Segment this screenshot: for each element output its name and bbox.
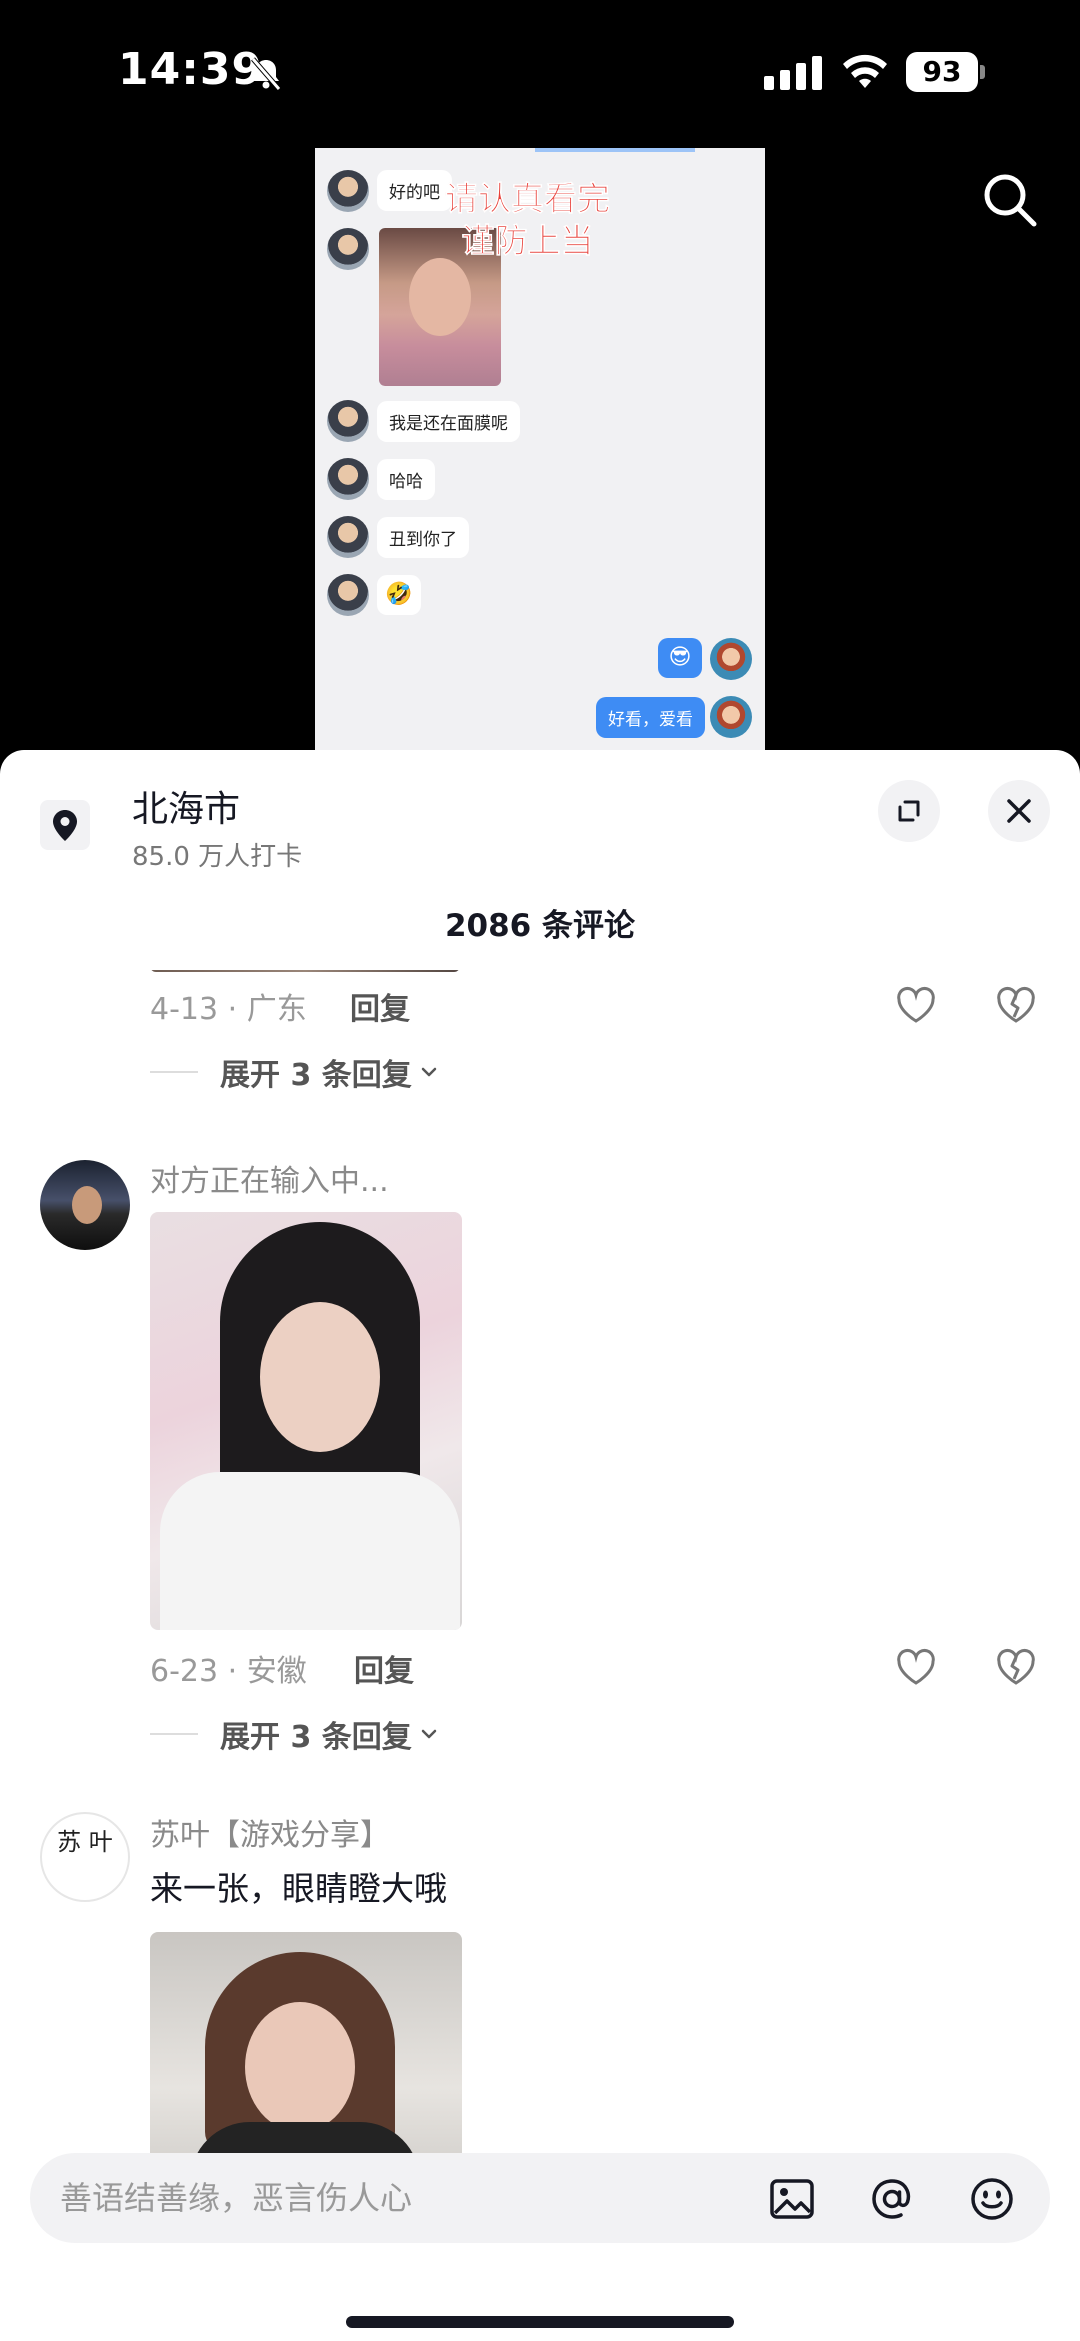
avatar-face — [72, 1186, 102, 1224]
avatar-text: 苏 叶 — [57, 1828, 113, 1856]
chat-avatar — [327, 228, 369, 270]
home-indicator — [346, 2316, 734, 2328]
chevron-down-icon — [421, 1729, 437, 1739]
photo-face — [260, 1302, 380, 1452]
chat-bubble: 好的吧 — [377, 170, 452, 211]
bell-muted-icon — [251, 57, 281, 91]
video-overlay-text: 请认真看完 谨防上当 — [445, 178, 611, 262]
comment-input[interactable] — [60, 2153, 740, 2243]
wifi-icon — [843, 54, 887, 88]
comment-username[interactable]: 对方正在输入中... — [150, 1156, 389, 1200]
expand-icon — [898, 800, 920, 822]
my-chat-avatar — [710, 696, 752, 738]
status-time: 14:39 — [118, 44, 264, 95]
chat-avatar — [327, 574, 369, 616]
expand-replies[interactable]: 展开 3 条回复 — [150, 1712, 440, 1756]
battery-cap — [980, 65, 985, 79]
search-icon[interactable] — [980, 170, 1040, 230]
comment-meta: 4-13 · 广东 — [150, 992, 307, 1027]
location-icon-box[interactable] — [40, 800, 90, 850]
photo-face — [245, 2002, 355, 2132]
my-chat-avatar — [710, 638, 752, 680]
user-avatar[interactable]: 苏 叶 — [40, 1812, 130, 1902]
expand-replies[interactable]: 展开 3 条回复 — [150, 1050, 440, 1094]
chat-avatar — [327, 170, 369, 212]
video-top-line — [535, 148, 695, 152]
comment-text: 来一张，眼睛瞪大哦 — [150, 1869, 447, 1908]
image-icon[interactable] — [766, 2173, 818, 2225]
user-avatar[interactable] — [40, 1160, 130, 1250]
location-pin-icon — [53, 810, 77, 841]
comment-image-partial[interactable] — [150, 970, 460, 972]
comment-input-bar — [30, 2153, 1050, 2243]
close-button[interactable] — [988, 780, 1050, 842]
expand-button[interactable] — [878, 780, 940, 842]
chevron-down-icon — [421, 1067, 437, 1077]
status-bar: 14:39 93 — [0, 0, 1080, 140]
comment-meta: 6-23 · 安徽 — [150, 1654, 307, 1689]
comment-count: 2086 条评论 — [444, 908, 636, 944]
comment-sheet: 北海市 85.0 万人打卡 2086 条评论 4-13 · 广东 回复 展开 3… — [0, 750, 1080, 2341]
chat-photo-face — [409, 258, 471, 336]
video-preview[interactable]: 好的吧 请认真看完 谨防上当 我是还在面膜呢 哈哈 丑到你了 🤣 😎 好看，爱看 — [315, 148, 765, 760]
comment-username[interactable]: 苏叶【游戏分享】 — [150, 1810, 390, 1854]
emoji-icon[interactable] — [966, 2173, 1018, 2225]
location-title[interactable]: 北海市 — [132, 780, 240, 832]
my-chat-bubble: 好看，爱看 — [596, 697, 705, 738]
signal-icon — [764, 56, 822, 90]
mention-icon[interactable] — [866, 2173, 918, 2225]
chat-avatar — [327, 458, 369, 500]
my-emoji-bubble: 😎 — [658, 638, 702, 678]
emoji-bubble: 🤣 — [377, 575, 421, 615]
heart-icon[interactable] — [894, 1646, 938, 1690]
heart-icon[interactable] — [894, 984, 938, 1028]
chat-avatar — [327, 400, 369, 442]
expand-replies-label: 展开 3 条回复 — [220, 1058, 412, 1093]
overlay-line-2: 谨防上当 — [461, 221, 594, 261]
battery-indicator: 93 — [906, 52, 986, 92]
comment-photo[interactable] — [150, 1212, 462, 1630]
broken-heart-icon[interactable] — [994, 1646, 1038, 1690]
overlay-line-1: 请认真看完 — [445, 179, 611, 219]
chat-bubble: 哈哈 — [377, 459, 435, 500]
reply-button[interactable]: 回复 — [350, 984, 410, 1028]
expand-divider — [150, 1071, 198, 1073]
chat-bubble: 丑到你了 — [377, 517, 469, 558]
reply-button[interactable]: 回复 — [354, 1646, 414, 1690]
close-icon — [1007, 799, 1031, 823]
expand-replies-label: 展开 3 条回复 — [220, 1720, 412, 1755]
chat-avatar — [327, 516, 369, 558]
comment-photo[interactable] — [150, 1932, 462, 2190]
location-subtitle: 85.0 万人打卡 — [132, 842, 303, 872]
broken-heart-icon[interactable] — [994, 984, 1038, 1028]
battery-level: 93 — [906, 52, 978, 92]
comment-list[interactable]: 4-13 · 广东 回复 展开 3 条回复 对方正在输入中... 6-23 · … — [0, 970, 1080, 2190]
photo-shirt — [160, 1472, 460, 1630]
expand-divider — [150, 1733, 198, 1735]
chat-bubble: 我是还在面膜呢 — [377, 401, 520, 442]
